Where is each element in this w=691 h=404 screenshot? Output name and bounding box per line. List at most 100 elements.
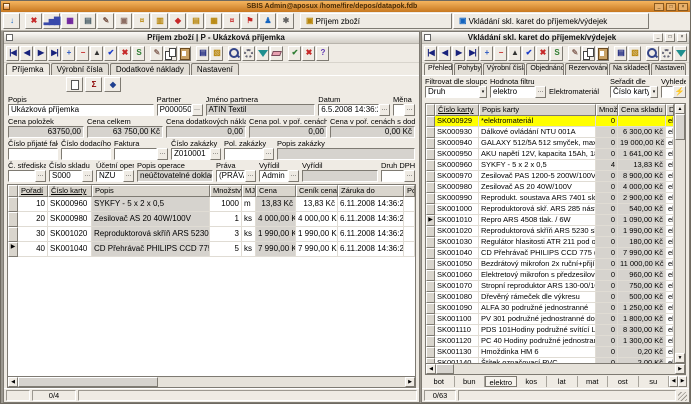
cell-dr[interactable]: el [666,193,674,204]
row-selector[interactable] [426,270,435,281]
cell-mnozstvi[interactable]: 0 [596,292,618,303]
category-tab-bot[interactable]: bot [424,376,455,387]
cell-mnozstvi[interactable]: 5 [210,242,242,257]
person-button[interactable]: ♟ [259,13,276,29]
category-scroll-left-icon[interactable]: ◀ [669,376,678,387]
cell-cena-skladu[interactable]: 19 000,00 Kč [618,138,666,149]
cell-zaruka-do[interactable]: 6.11.2008 14:36:27 [338,227,404,242]
cislo-skladu-input[interactable]: S000 [49,170,82,182]
cell-mnozstvi[interactable]: 1000 [210,197,242,212]
receipt-horizontal-scrollbar[interactable]: ◀ ▶ [7,377,416,388]
row-selector[interactable] [426,314,435,325]
stock-card-row[interactable]: SK001000Reproduktorová skř. ARS 285 nást… [426,204,674,215]
cell-cislo-karty[interactable]: SK001100 [435,314,479,325]
stock-card-row[interactable]: SK001080Dřevěný rámeček dle výkresu0500,… [426,292,674,303]
prava-input[interactable]: (PRÁVA) [216,170,245,182]
cell-mnozstvi[interactable]: 0 [596,303,618,314]
scroll-right-icon[interactable]: ▶ [675,364,685,374]
cell-mnozstvi[interactable]: 0 [596,171,618,182]
cell-dr[interactable]: el [666,358,674,363]
cell-cislo-karty[interactable]: SK001070 [435,281,479,292]
cell-mnozstvi[interactable]: 1 [210,212,242,227]
cell-popis-karty[interactable]: Regulátor hlasitosti ATR 211 pod omítku [479,237,596,248]
cell-cislo-karty[interactable]: SK001130 [435,347,479,358]
stock-card-row[interactable]: SK001020Reproduktorová skříň ARS 5230 sl… [426,226,674,237]
scroll-left-icon[interactable]: ◀ [426,364,436,374]
cell-dr[interactable]: el [666,171,674,182]
column-header-mnozstvi[interactable]: Množství [210,185,242,197]
insert-button[interactable]: + [480,46,493,61]
cell-pozn[interactable] [404,197,415,212]
druh-dph-input[interactable] [381,170,404,182]
cell-mnozstvi[interactable]: 0 [596,259,618,270]
help-button[interactable]: ? [316,46,329,61]
column-header-mj[interactable]: MJ [242,185,256,197]
cell-pozn[interactable] [404,212,415,227]
column-header-pozn[interactable]: Pozn. [404,185,415,197]
scrollbar-thumb[interactable] [18,377,158,387]
open-down-button[interactable]: ↓ [3,13,20,29]
tools-button[interactable]: ✱ [277,13,294,29]
cell-popis-karty[interactable]: PC 40 Hodiny podružné jednostranné čtver… [479,336,596,347]
partner-input[interactable]: P0000500 [157,104,192,116]
cell-cislo-karty[interactable]: SK000980 [435,182,479,193]
cell-dr[interactable]: el [666,226,674,237]
cell-cena-skladu[interactable]: 500,00 Kč [618,292,666,303]
stock-tab-prehled[interactable]: Přehled [424,63,453,75]
cell-mnozstvi[interactable]: 0 [596,237,618,248]
refresh-button[interactable]: S [550,46,563,61]
search-input[interactable] [661,86,673,98]
cell-cena-skladu[interactable]: 1 250,00 Kč [618,303,666,314]
scroll-down-icon[interactable]: ▼ [675,353,685,363]
cell-cena-skladu[interactable]: 2 900,00 Kč [618,193,666,204]
filter-button[interactable] [674,46,687,61]
column-header-dr[interactable]: Dr [666,104,674,116]
c-strediska-input[interactable] [8,170,35,182]
row-selector[interactable] [426,325,435,336]
catalog-edit-button[interactable]: ▧ [210,46,223,61]
cell-cislo-karty[interactable]: SK000970 [435,171,479,182]
task-button-vkladani-karet[interactable]: ▣ Vkládání skl. karet do příjemek/výdeje… [453,13,649,29]
cell-cena-skladu[interactable]: 1 641,00 Kč [618,149,666,160]
cell-cena-skladu[interactable]: 8 900,00 Kč [618,171,666,182]
cell-cislo-karty[interactable]: SK001020 [435,226,479,237]
category-tab-elektro[interactable]: elektro [485,376,517,387]
ledger-button[interactable]: ▤ [187,13,204,29]
cell-dr[interactable]: el [666,182,674,193]
cell-zaruka-do[interactable]: 6.11.2008 14:36:27 [338,212,404,227]
cell-dr[interactable]: el [666,127,674,138]
category-tab-kos[interactable]: kos [517,376,548,387]
print-button[interactable]: ▤ [79,13,96,29]
cislo-prijate-faktury-input[interactable] [8,148,58,160]
filter-value-lookup-button[interactable]: ··· [535,86,546,98]
cell-mnozstvi[interactable]: 0 [596,336,618,347]
cell-mj[interactable]: ks [242,242,256,257]
cards-button[interactable]: ◆ [169,13,186,29]
cell-mj[interactable]: ks [242,227,256,242]
cell-cenik-cena[interactable]: 7 990,00 Kč [296,242,338,257]
cell-poradi[interactable]: 30 [18,227,48,242]
stock-tab-rezervovano[interactable]: Rezervováno [565,63,608,75]
close-button[interactable]: × [677,33,687,42]
last-button[interactable]: ▶| [48,46,61,61]
transfer-button[interactable]: ◆ [104,77,121,92]
copy-button[interactable] [164,46,177,61]
cell-popis-karty[interactable]: Repro ARS 4508 tlak. / 6W [479,215,596,226]
cell-popis-karty[interactable]: Elektretový mikrofon s předzesilovačem E… [479,270,596,281]
cell-popis-karty[interactable]: GALAXY 512/5A 512 smyček, max. 5A [479,138,596,149]
cell-popis-karty[interactable]: PDS 101Hodiny podružné svítící LED se se… [479,325,596,336]
cell-cislo-karty[interactable]: SK000950 [435,149,479,160]
cell-dr[interactable]: el [666,204,674,215]
cell-dr[interactable]: el [666,303,674,314]
archive-button[interactable]: ▦ [205,13,222,29]
cell-popis-karty[interactable]: Hmoždinka HM 6 [479,347,596,358]
stock-card-row[interactable]: SK001140Štítek označovací PVC02,00 Kčel [426,358,674,363]
cell-dr[interactable]: el [666,292,674,303]
paste-button[interactable] [178,46,191,61]
row-selector[interactable] [426,204,435,215]
cell-cena-skladu[interactable]: 180,00 Kč [618,237,666,248]
row-selector[interactable] [426,303,435,314]
category-scroll-right-icon[interactable]: ▶ [678,376,687,387]
column-header-cislo-karty[interactable]: Číslo karty [48,185,92,197]
cell-mnozstvi[interactable]: 0 [596,204,618,215]
